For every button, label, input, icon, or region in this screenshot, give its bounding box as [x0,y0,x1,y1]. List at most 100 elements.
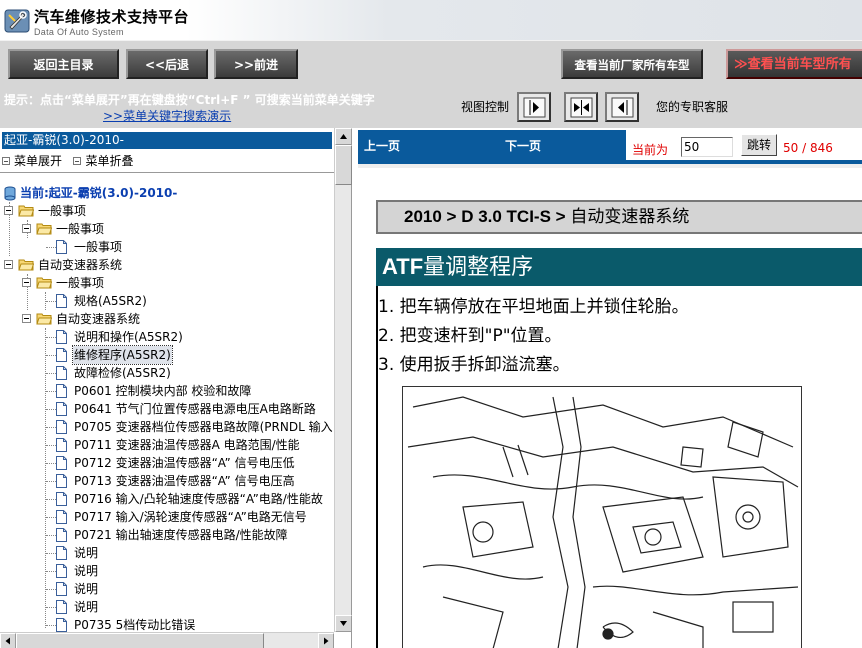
collapse-toggle-icon[interactable] [4,206,13,215]
tree-node-label: 自动变速器系统 [38,258,123,272]
tree-node-label: P0641 节气门位置传感器电源电压A电路断路 [74,402,316,416]
menu-expand-label: 菜单展开 [14,154,63,168]
tree-leaf[interactable]: P0711 变速器油温传感器A 电路范围/性能 [0,436,334,454]
scroll-left-button[interactable] [0,633,16,648]
tree-node-label: 维修程序(A5SR2) [72,345,173,365]
tree-node-label: P0721 输出轴速度传感器电路/性能故障 [74,528,288,542]
triangle-down-icon [340,621,347,626]
tree-leaf[interactable]: P0721 输出轴速度传感器电路/性能故障 [0,526,334,544]
tree-node-label: 说明 [74,546,99,560]
tree-leaf[interactable]: 一般事项 [0,238,334,256]
transmission-diagram-figure [402,386,802,648]
document-view: 2010 > D 3.0 TCI-S > 自动变速器系统 ATF量调整程序 1.… [358,164,862,648]
tree-leaf[interactable]: 规格(A5SR2) [0,292,334,310]
scroll-thumb[interactable] [335,145,352,185]
tree-leaf-selected[interactable]: 维修程序(A5SR2) [0,345,334,365]
tree-leaf[interactable]: P0713 变速器油温传感器“A” 信号电压高 [0,472,334,490]
tree-leaf[interactable]: P0735 5档传动比错误 [0,616,334,632]
tree-node-label: 说明 [74,600,99,614]
tree-current-node[interactable]: 当前:起亚-霸锐(3.0)-2010- [0,184,334,202]
collapse-toggle-icon[interactable] [4,260,13,269]
tree-leaf[interactable]: P0705 变速器档位传感器电路故障(PRNDL 输入 [0,418,334,436]
tree-leaf[interactable]: 说明 [0,544,334,562]
current-page-label: 当前为 [632,143,669,157]
collapse-toggle-icon[interactable] [22,314,31,323]
jump-button[interactable]: 跳转 [741,134,777,156]
collapse-toggle-icon[interactable] [22,278,31,287]
service-text[interactable]: 您的专职客服 [656,98,728,115]
tree-connector [46,463,56,464]
nav-bar: 返回主目录 <<后退 >>前进 查看当前厂家所有车型 ≫查看当前车型所有 [0,40,862,88]
next-page-button[interactable]: 下一页 [505,137,541,154]
menu-actions: 菜单展开 菜单折叠 [2,152,133,169]
view-split-button[interactable] [564,92,598,122]
tree-leaf[interactable]: 说明和操作(A5SR2) [0,328,334,346]
home-button[interactable]: 返回主目录 [8,49,119,79]
forward-button[interactable]: >>前进 [214,49,298,79]
all-models-button[interactable]: 查看当前厂家所有车型 [561,49,703,79]
tree-horizontal-scrollbar[interactable] [0,632,334,648]
document-icon [56,600,67,614]
back-button[interactable]: <<后退 [126,49,208,79]
tree-connector [46,373,56,374]
tree-node-general-sub[interactable]: 一般事项 [0,274,334,292]
document-icon [56,582,67,596]
pager-bar: 上一页 下一页 当前为 跳转 50 / 846 [358,130,862,160]
tree-node-label: P0601 控制模块内部 校验和故障 [74,384,252,398]
tree-leaf[interactable]: 说明 [0,562,334,580]
menu-expand-button[interactable]: 菜单展开 [2,154,62,168]
tree-connector [46,445,56,446]
tree-connector [46,553,56,554]
tree-node-general[interactable]: 一般事项 [0,202,334,220]
current-model-button[interactable]: ≫查看当前车型所有 [726,49,862,79]
document-icon [56,528,67,542]
tree-node-transmission-sub[interactable]: 自动变速器系统 [0,310,334,328]
scroll-right-button[interactable] [318,633,334,648]
view-control-label: 视图控制 [461,100,510,114]
menu-collapse-button[interactable]: 菜单折叠 [73,154,133,168]
tree-leaf[interactable]: P0717 输入/涡轮速度传感器“A”电路无信号 [0,508,334,526]
hint-bar: 提示：点击“菜单展开”再在键盘按“Ctrl+F ” 可搜索当前菜单关键字 >>菜… [0,88,862,128]
scroll-down-button[interactable] [335,615,352,632]
tree-connector [46,409,56,410]
document-icon [56,294,67,308]
tree-leaf[interactable]: P0641 节气门位置传感器电源电压A电路断路 [0,400,334,418]
tree-leaf[interactable]: P0716 输入/凸轮轴速度传感器“A”电路/性能故 [0,490,334,508]
tree-leaf[interactable]: 说明 [0,580,334,598]
view-expand-right-button[interactable] [517,92,551,122]
document-icon [56,366,67,380]
tree-vertical-scrollbar[interactable] [334,128,352,632]
tree-node-label: 自动变速器系统 [56,312,141,326]
hint-text: 提示：点击“菜单展开”再在键盘按“Ctrl+F ” 可搜索当前菜单关键字 [4,93,375,107]
step-number: 3. [378,355,395,375]
square-icon [2,157,10,165]
tree-leaf[interactable]: P0712 变速器油温传感器“A” 信号电压低 [0,454,334,472]
tree-connector [46,499,56,500]
document-icon [56,240,67,254]
tree-node-transmission[interactable]: 自动变速器系统 [0,256,334,274]
tree-node-general-sub[interactable]: 一般事项 [0,220,334,238]
scroll-thumb[interactable] [16,633,264,648]
step-text: 使用扳手拆卸溢流塞。 [399,355,570,375]
collapse-toggle-icon[interactable] [22,224,31,233]
scroll-up-button[interactable] [335,128,352,145]
tree-leaf[interactable]: 说明 [0,598,334,616]
document-frame [358,164,862,168]
tree-connector [46,481,56,482]
triangle-up-icon [340,134,347,139]
tree-connector [46,589,56,590]
tree-view: 当前:起亚-霸锐(3.0)-2010- 一般事项 一般事项 一般事项 自动变速器… [0,184,334,632]
tree-node-label: P0713 变速器油温传感器“A” 信号电压高 [74,474,295,488]
document-icon [56,438,67,452]
search-demo-link[interactable]: >>菜单关键字搜索演示 [103,107,231,124]
prev-page-button[interactable]: 上一页 [364,137,400,154]
tree-connector [46,517,56,518]
breadcrumb-path: 2010 > D 3.0 TCI-S > [404,207,566,226]
tree-leaf[interactable]: P0601 控制模块内部 校验和故障 [0,382,334,400]
tree-node-label: P0705 变速器档位传感器电路故障(PRNDL 输入 [74,420,333,434]
document-icon [56,348,67,362]
tree-leaf[interactable]: 故障检修(A5SR2) [0,364,334,382]
view-expand-left-button[interactable] [605,92,639,122]
page-number-input[interactable] [681,137,733,157]
tree-node-label: 一般事项 [74,240,123,254]
